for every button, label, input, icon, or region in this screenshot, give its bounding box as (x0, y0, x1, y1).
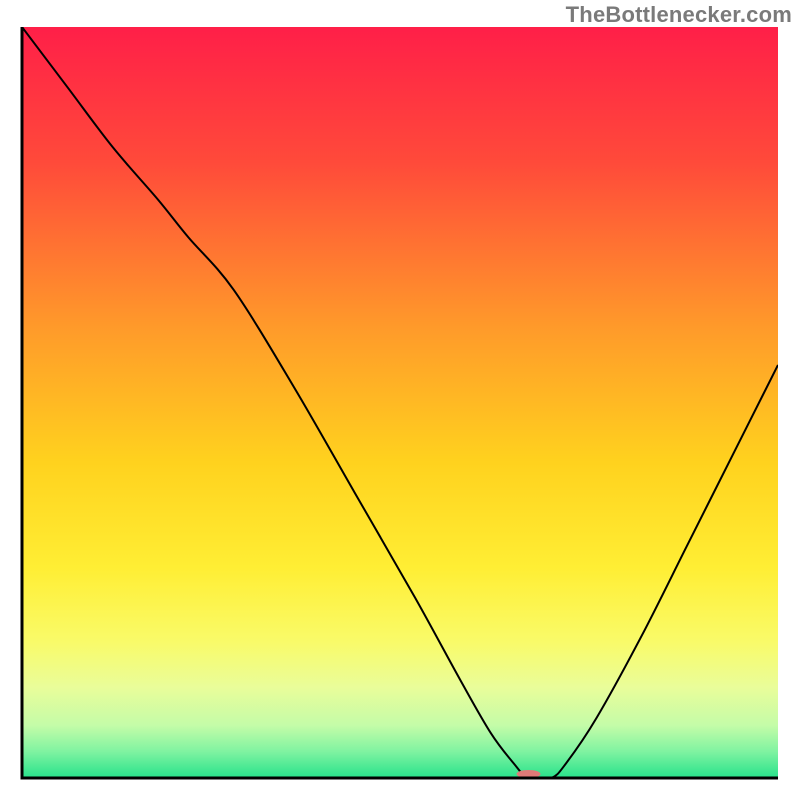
chart-svg (0, 0, 800, 800)
bottleneck-chart: TheBottlenecker.com (0, 0, 800, 800)
plot-background (22, 27, 778, 778)
